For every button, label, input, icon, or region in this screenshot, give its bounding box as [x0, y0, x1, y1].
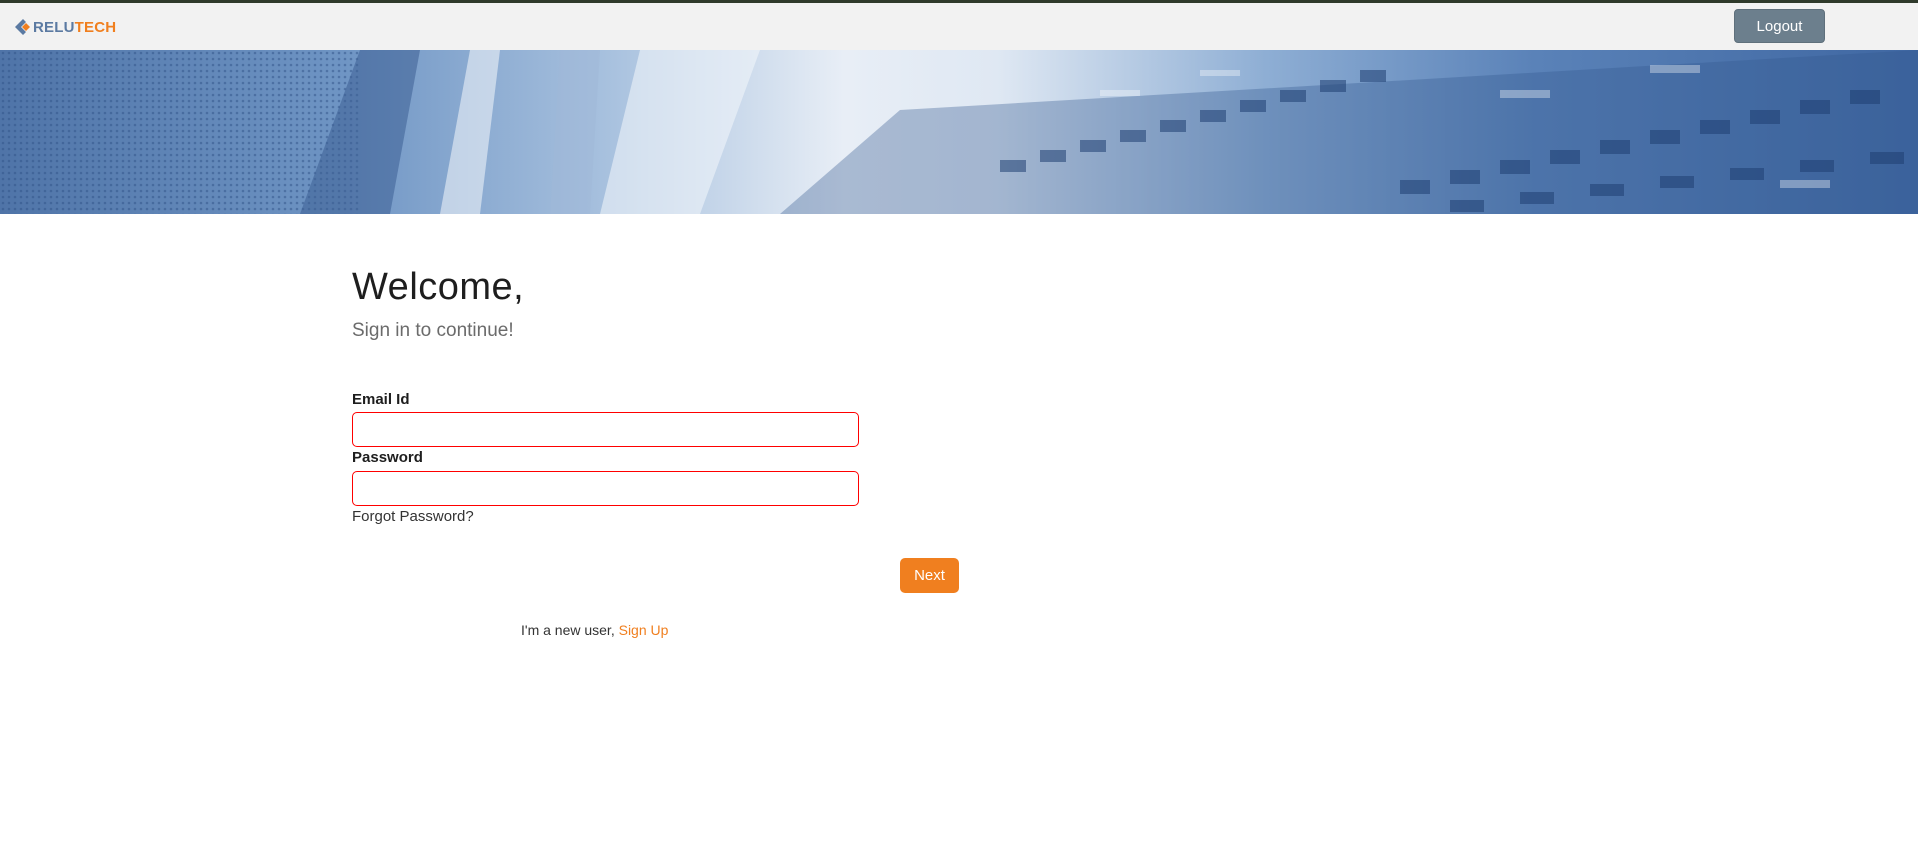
page-subtitle: Sign in to continue!	[352, 320, 514, 341]
forgot-password-link[interactable]: Forgot Password?	[352, 508, 474, 525]
hero-banner-image	[0, 50, 1918, 214]
logo-text-tech: TECH	[74, 18, 117, 36]
email-label: Email Id	[352, 391, 410, 408]
next-button[interactable]: Next	[900, 558, 959, 593]
new-user-text: I'm a new user,	[521, 622, 619, 638]
signup-prompt: I'm a new user, Sign Up	[521, 622, 668, 638]
relutech-logo-icon	[14, 18, 31, 36]
logo-text-relu: RELU	[33, 18, 75, 36]
logout-button[interactable]: Logout	[1734, 9, 1825, 43]
email-field[interactable]	[352, 412, 859, 447]
relutech-logo[interactable]: RELUTECH	[14, 17, 116, 37]
logo-text: RELUTECH	[33, 19, 116, 36]
password-field[interactable]	[352, 471, 859, 506]
navbar: RELUTECH Logout	[0, 3, 1918, 50]
password-label: Password	[352, 449, 423, 466]
sign-up-link[interactable]: Sign Up	[619, 622, 669, 638]
page-title: Welcome,	[352, 266, 525, 308]
